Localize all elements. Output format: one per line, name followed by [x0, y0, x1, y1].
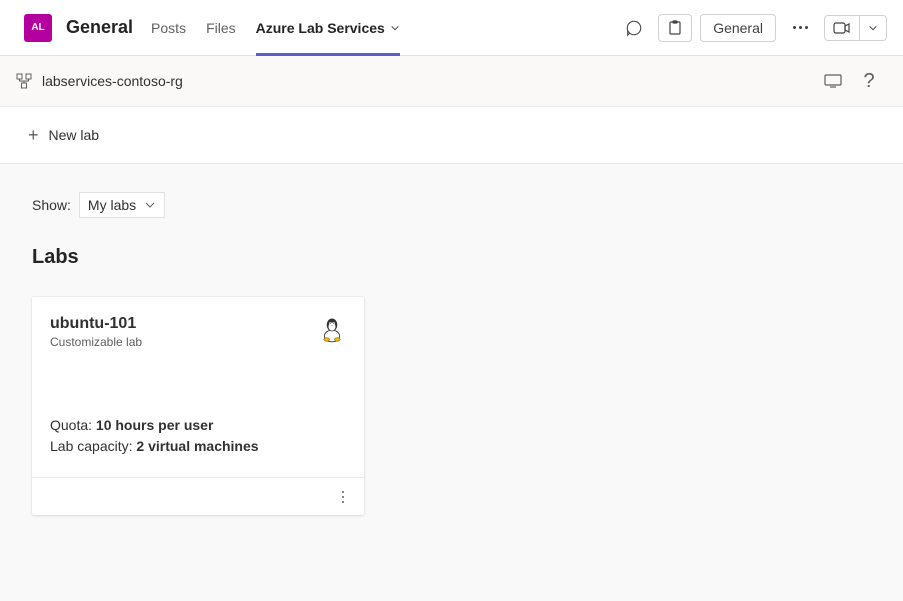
lab-capacity-label: Lab capacity:: [50, 438, 136, 454]
help-icon[interactable]: ?: [851, 63, 887, 99]
plus-icon: +: [28, 125, 39, 146]
clipboard-icon[interactable]: [658, 14, 692, 42]
tab-azure-lab-services[interactable]: Azure Lab Services: [256, 0, 400, 55]
meet-button-group: [824, 15, 887, 41]
tab-files[interactable]: Files: [206, 0, 236, 55]
filter-label: Show:: [32, 197, 71, 213]
lab-more-menu[interactable]: [336, 485, 350, 509]
app-avatar: AL: [24, 14, 52, 42]
lab-name: ubuntu-101: [50, 315, 142, 333]
chevron-down-icon: [390, 23, 400, 33]
subheader: labservices-contoso-rg ?: [0, 56, 903, 107]
tabs: Posts Files Azure Lab Services: [151, 0, 400, 55]
general-button-label: General: [713, 20, 763, 36]
filter-value: My labs: [88, 197, 136, 213]
toolbar: + New lab: [0, 107, 903, 164]
tab-posts[interactable]: Posts: [151, 0, 186, 55]
content: Show: My labs Labs ubuntu-101 Customizab…: [0, 164, 903, 543]
tab-azure-label: Azure Lab Services: [256, 20, 385, 36]
lab-quota-value: 10 hours per user: [96, 417, 214, 433]
app-header: AL General Posts Files Azure Lab Service…: [0, 0, 903, 56]
lab-card[interactable]: ubuntu-101 Customizable lab Quota: 10 ho…: [32, 297, 364, 515]
section-title: Labs: [32, 246, 871, 269]
chat-icon[interactable]: [618, 12, 650, 44]
filter-row: Show: My labs: [32, 192, 871, 218]
lab-subtitle: Customizable lab: [50, 335, 142, 349]
lab-capacity-value: 2 virtual machines: [136, 438, 258, 454]
channel-name: General: [66, 17, 133, 38]
resource-group-name: labservices-contoso-rg: [42, 73, 183, 89]
lab-quota-label: Quota:: [50, 417, 96, 433]
new-lab-label: New lab: [49, 127, 100, 143]
resource-group-icon: [16, 73, 32, 89]
linux-icon: [318, 315, 346, 343]
lab-quota: Quota: 10 hours per user: [50, 415, 346, 436]
new-lab-button[interactable]: + New lab: [28, 125, 99, 146]
screen-icon[interactable]: [815, 63, 851, 99]
lab-capacity: Lab capacity: 2 virtual machines: [50, 436, 346, 457]
video-call-button[interactable]: [825, 16, 860, 40]
video-call-dropdown[interactable]: [860, 16, 886, 40]
more-options-icon[interactable]: [784, 12, 816, 44]
filter-dropdown[interactable]: My labs: [79, 192, 165, 218]
header-actions: General: [618, 12, 887, 44]
chevron-down-icon: [144, 199, 156, 211]
general-button[interactable]: General: [700, 14, 776, 42]
resource-group[interactable]: labservices-contoso-rg: [16, 73, 183, 89]
